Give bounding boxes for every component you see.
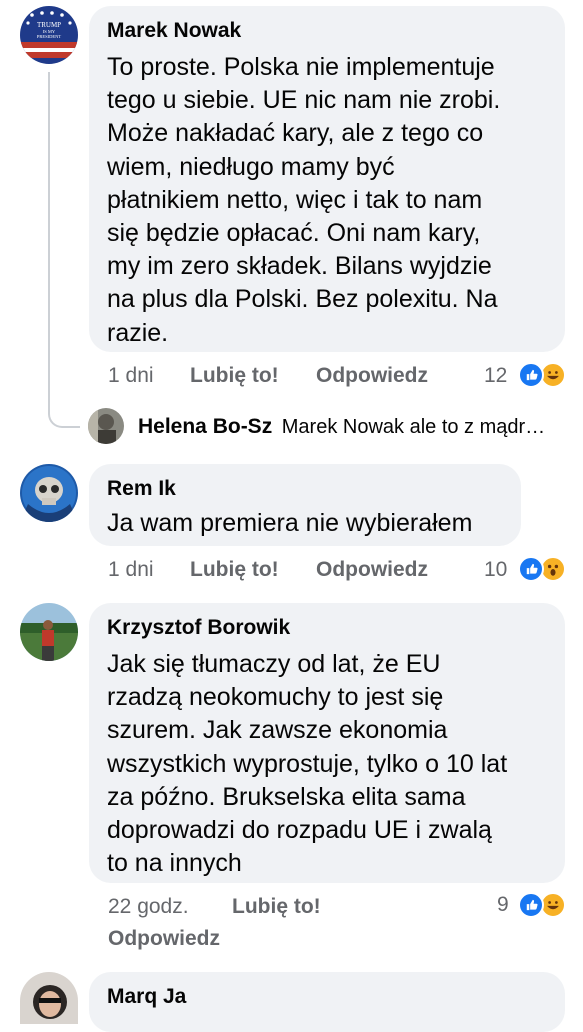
like-reaction-icon[interactable] [518, 892, 544, 918]
reaction-count[interactable]: 9 [497, 893, 509, 917]
svg-text:PRESIDENT: PRESIDENT [37, 34, 62, 39]
avatar-rem-ik[interactable] [20, 464, 78, 522]
reply-connector [48, 396, 80, 428]
comment-author[interactable]: Marq Ja [107, 984, 547, 1010]
comment-text: To proste. Polska nie implementuje tego … [107, 53, 501, 347]
reply-button[interactable]: Odpowiedz [108, 927, 220, 951]
reaction-count[interactable]: 10 [484, 558, 507, 582]
reply-preview[interactable]: Helena Bo-Sz Marek Nowak ale to z mądr… [138, 415, 545, 439]
svg-text:TRUMP: TRUMP [37, 21, 61, 29]
avatar-krzysztof-borowik[interactable] [20, 603, 78, 661]
reaction-count[interactable]: 12 [484, 364, 507, 388]
avatar-marek-nowak[interactable]: TRUMP IS MY PRESIDENT [20, 6, 78, 64]
avatar-marq-ja[interactable] [20, 972, 78, 1024]
comment-time[interactable]: 1 dni [108, 558, 154, 582]
thread-line [48, 72, 50, 412]
like-button[interactable]: Lubię to! [190, 558, 279, 582]
avatar-helena[interactable] [88, 408, 124, 444]
like-button[interactable]: Lubię to! [232, 895, 321, 919]
comment-time[interactable]: 1 dni [108, 364, 154, 388]
comment-bubble: Rem Ik Ja wam premiera nie wybierałem [89, 464, 521, 546]
comment-author[interactable]: Krzysztof Borowik [107, 615, 547, 641]
reply-author[interactable]: Helena Bo-Sz [138, 415, 272, 438]
like-button[interactable]: Lubię to! [190, 364, 279, 388]
like-reaction-icon[interactable] [518, 556, 544, 582]
reply-button[interactable]: Odpowiedz [316, 364, 428, 388]
comment-bubble: Krzysztof Borowik Jak się tłumaczy od la… [89, 603, 565, 883]
comment-time[interactable]: 22 godz. [108, 895, 189, 919]
reply-text: Marek Nowak ale to z mądr… [281, 416, 546, 438]
comment-text: Ja wam premiera nie wybierałem [107, 509, 473, 537]
comment-text: Jak się tłumaczy od lat, że EU rzadzą ne… [107, 650, 508, 878]
comment-bubble: Marek Nowak To proste. Polska nie implem… [89, 6, 565, 352]
like-reaction-icon[interactable] [518, 362, 544, 388]
reply-button[interactable]: Odpowiedz [316, 558, 428, 582]
comment-bubble: Marq Ja [89, 972, 565, 1032]
comment-author[interactable]: Marek Nowak [107, 18, 547, 44]
comment-author[interactable]: Rem Ik [107, 476, 503, 502]
